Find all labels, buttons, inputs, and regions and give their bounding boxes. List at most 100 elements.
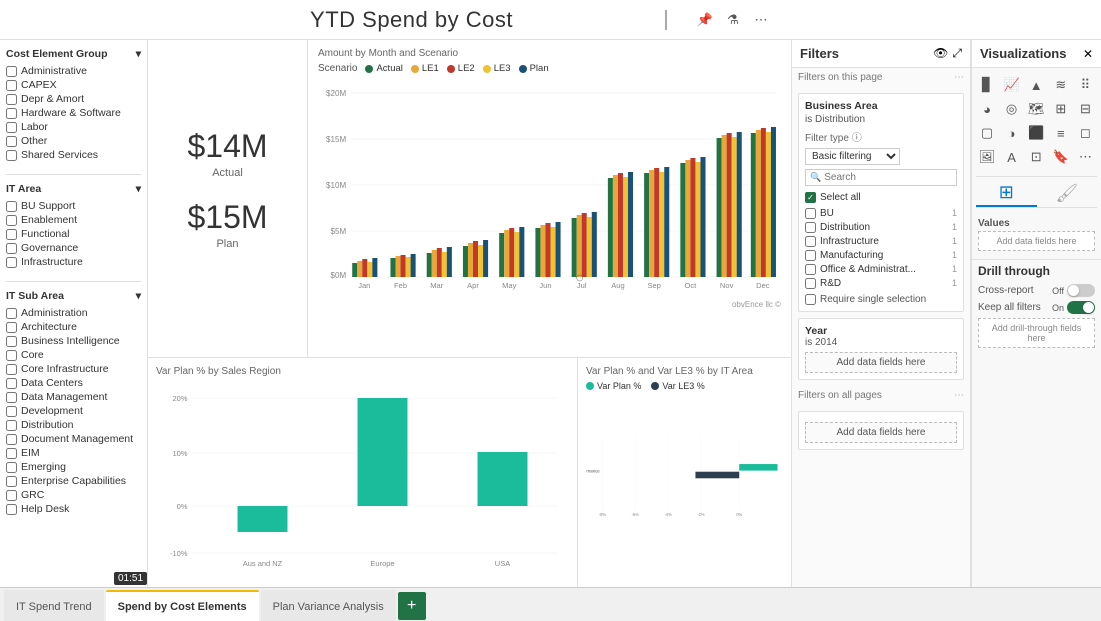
cost-element-group-title[interactable]: Cost Element Group ▾ (6, 48, 141, 60)
svg-text:10%: 10% (172, 449, 187, 458)
it-area-item[interactable]: Functional (6, 227, 141, 241)
viz-bar-icon[interactable]: ▊ (976, 74, 998, 96)
it-sub-area-item[interactable]: GRC (6, 488, 141, 502)
divider-2 (6, 281, 141, 282)
filter-option[interactable]: BU1 (805, 206, 957, 220)
chart-credit: obvEnce llc © (318, 300, 781, 309)
legend-var-le3: Var LE3 % (651, 381, 704, 391)
tab-spend-by-cost-label: Spend by Cost Elements (118, 601, 247, 613)
viz-fields-tab[interactable]: ⊞ (976, 179, 1037, 207)
filters-page-ellipsis[interactable]: ⋯ (954, 72, 964, 83)
cost-el-item[interactable]: Shared Services (6, 148, 141, 162)
viz-gauge-icon[interactable]: ◑ (1001, 122, 1023, 144)
tab-add-button[interactable]: + (398, 592, 426, 620)
viz-ribbon-icon[interactable]: ≋ (1050, 74, 1072, 96)
viz-bookmark-icon[interactable]: 🔖 (1050, 146, 1072, 168)
viz-area-icon[interactable]: ▲ (1025, 74, 1047, 96)
cross-report-label: Cross-report (978, 285, 1034, 296)
it-area-item[interactable]: BU Support (6, 199, 141, 213)
drill-add-fields[interactable]: Add drill-through fields here (978, 318, 1095, 348)
it-sub-area-item[interactable]: Data Management (6, 390, 141, 404)
it-area-item[interactable]: Enablement (6, 213, 141, 227)
it-sub-area-item[interactable]: Emerging (6, 460, 141, 474)
viz-scatter-icon[interactable]: ⠿ (1074, 74, 1096, 96)
tab-plan-variance[interactable]: Plan Variance Analysis (261, 590, 396, 621)
viz-shape-icon[interactable]: ◻ (1074, 122, 1096, 144)
viz-card-icon[interactable]: ▢ (976, 122, 998, 144)
it-area-item[interactable]: Infrastructure (6, 255, 141, 269)
require-single-checkbox[interactable] (805, 294, 816, 305)
svg-text:0%: 0% (177, 502, 188, 511)
viz-donut-icon[interactable]: ◎ (1001, 98, 1023, 120)
viz-image-icon[interactable]: 🖼 (976, 146, 998, 168)
tab-it-spend-trend[interactable]: IT Spend Trend (4, 590, 104, 621)
viz-map-icon[interactable]: 🗺 (1025, 98, 1047, 120)
it-sub-area-item[interactable]: Enterprise Capabilities (6, 474, 141, 488)
year-title: Year (805, 325, 957, 337)
it-sub-area-title[interactable]: IT Sub Area ▾ (6, 290, 141, 302)
cost-el-item[interactable]: Other (6, 134, 141, 148)
it-sub-area-item[interactable]: Data Centers (6, 376, 141, 390)
cost-el-item[interactable]: Depr & Amort (6, 92, 141, 106)
tab-spend-by-cost[interactable]: Spend by Cost Elements (106, 590, 259, 621)
filter-icon[interactable]: ⚗ (721, 8, 745, 32)
cost-el-item[interactable]: Administrative (6, 64, 141, 78)
viz-table-icon[interactable]: ⊞ (1050, 98, 1072, 120)
it-sub-area-item[interactable]: Document Management (6, 432, 141, 446)
bottom-right-title: Var Plan % and Var LE3 % by IT Area (586, 366, 783, 377)
viz-pie-icon[interactable]: ◕ (976, 98, 998, 120)
svg-text:Apr: Apr (467, 281, 479, 290)
filter-option[interactable]: R&D1 (805, 276, 957, 290)
more-icon[interactable]: ⋯ (749, 8, 773, 32)
select-all-option[interactable]: ✓ Select all (805, 190, 957, 204)
svg-text:Jun: Jun (539, 281, 551, 290)
svg-text:Dec: Dec (756, 281, 770, 290)
viz-format-tab[interactable]: 🖌 (1037, 179, 1098, 207)
filter-option[interactable]: Distribution1 (805, 220, 957, 234)
all-pages-add-btn[interactable]: Add data fields here (805, 422, 957, 443)
cross-report-toggle-track[interactable] (1067, 284, 1095, 297)
filter-option[interactable]: Office & Administrat...1 (805, 262, 957, 276)
viz-matrix-icon[interactable]: ⊟ (1074, 98, 1096, 120)
keep-all-toggle-track[interactable] (1067, 301, 1095, 314)
it-sub-area-item[interactable]: Administration (6, 306, 141, 320)
viz-line-icon[interactable]: 📈 (1001, 74, 1023, 96)
it-area-item[interactable]: Governance (6, 241, 141, 255)
viz-close-icon[interactable]: ✕ (1083, 47, 1093, 61)
filter-eye-icon[interactable]: 👁 (933, 46, 948, 61)
it-sub-area-item[interactable]: Business Intelligence (6, 334, 141, 348)
cost-el-item[interactable]: Labor (6, 120, 141, 134)
it-sub-area-item[interactable]: Core (6, 348, 141, 362)
filter-type-tooltip-icon: ⓘ (852, 133, 862, 144)
filter-type-select[interactable]: Basic filtering Advanced filtering Top N (805, 148, 900, 165)
it-sub-area-item[interactable]: Distribution (6, 418, 141, 432)
filter-option[interactable]: Manufacturing1 (805, 248, 957, 262)
year-add-btn[interactable]: Add data fields here (805, 352, 957, 373)
keep-all-value: On (1052, 303, 1064, 313)
filters-all-ellipsis[interactable]: ⋯ (954, 390, 964, 401)
var-le3-dot (651, 382, 659, 390)
filter-expand-icon[interactable]: ⤢ (952, 46, 962, 61)
filter-search-input[interactable] (824, 172, 956, 183)
select-all-checkbox[interactable]: ✓ (805, 192, 816, 203)
viz-values-placeholder[interactable]: Add data fields here (978, 231, 1095, 251)
tab-it-spend-trend-label: IT Spend Trend (16, 601, 92, 613)
viz-kpi-icon[interactable]: ⬛ (1025, 122, 1047, 144)
viz-text-icon[interactable]: A (1001, 146, 1023, 168)
viz-button-icon[interactable]: ⊡ (1025, 146, 1047, 168)
cost-el-item[interactable]: CAPEX (6, 78, 141, 92)
viz-values-area: Values Add data fields here (972, 208, 1101, 255)
pin-icon[interactable]: 📌 (693, 8, 717, 32)
bottom-left-svg: 20% 10% 0% -10% (156, 381, 569, 571)
it-sub-area-item[interactable]: Core Infrastructure (6, 362, 141, 376)
it-sub-area-item[interactable]: Development (6, 404, 141, 418)
it-sub-area-item[interactable]: Architecture (6, 320, 141, 334)
viz-more-icon[interactable]: ⋯ (1074, 146, 1096, 168)
viz-slicer-icon[interactable]: ≡ (1050, 122, 1072, 144)
cost-el-item[interactable]: Hardware & Software (6, 106, 141, 120)
it-sub-area-item[interactable]: Help Desk (6, 502, 141, 516)
filter-option[interactable]: Infrastructure1 (805, 234, 957, 248)
it-sub-area-item[interactable]: EIM (6, 446, 141, 460)
it-area-title[interactable]: IT Area ▾ (6, 183, 141, 195)
it-area-filter: IT Area ▾ BU Support Enablement Function… (6, 183, 141, 269)
